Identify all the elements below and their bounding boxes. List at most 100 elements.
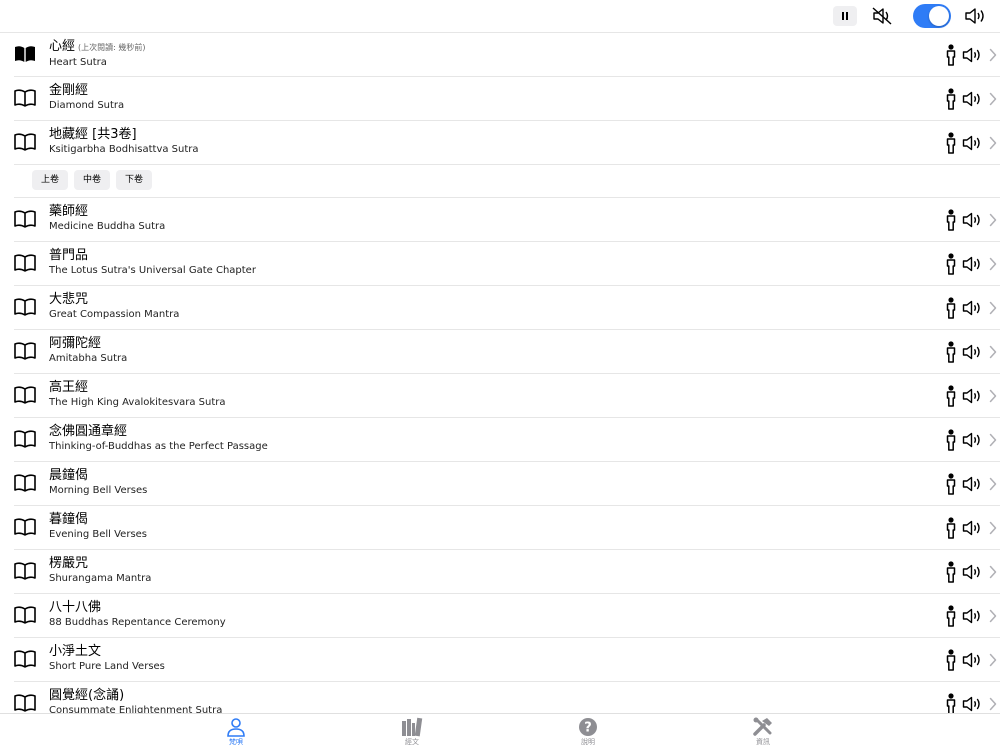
person-icon[interactable] — [944, 252, 958, 275]
person-icon[interactable] — [944, 131, 958, 154]
sutra-row[interactable]: 念佛圓通章經 Thinking-of-Buddhas as the Perfect… — [14, 418, 1000, 462]
speaker-icon[interactable] — [962, 651, 982, 669]
speaker-icon[interactable] — [962, 255, 982, 273]
sutra-title-english: Evening Bell Verses — [49, 529, 148, 540]
person-icon[interactable] — [944, 296, 958, 319]
volume-chips: 上卷 中卷 下卷 — [32, 170, 158, 190]
speaker-icon[interactable] — [962, 607, 982, 625]
tab-fanbai[interactable]: 梵唄 — [206, 716, 266, 747]
person-icon[interactable] — [944, 340, 958, 363]
speaker-icon[interactable] — [962, 695, 982, 713]
speaker-icon[interactable] — [962, 387, 982, 405]
person-icon[interactable] — [944, 516, 958, 539]
sutra-title-english: Amitabha Sutra — [49, 353, 128, 364]
volume-chip[interactable]: 下卷 — [116, 170, 153, 190]
sutra-titles: 晨鐘偈 Morning Bell Verses — [49, 468, 147, 498]
chevron-right-icon[interactable] — [986, 91, 1000, 107]
row-actions — [944, 374, 1000, 417]
person-icon[interactable] — [944, 560, 958, 583]
sutra-row[interactable]: 小淨土文 Short Pure Land Verses — [14, 638, 1000, 682]
sutra-row[interactable]: 阿彌陀經 Amitabha Sutra — [14, 330, 1000, 374]
speaker-icon[interactable] — [962, 519, 982, 537]
book-open-icon — [14, 430, 36, 448]
speaker-icon[interactable] — [962, 90, 982, 108]
sutra-row[interactable]: 大悲咒 Great Compassion Mantra — [14, 286, 1000, 330]
sutra-title-english: The High King Avalokitesvara Sutra — [49, 397, 226, 408]
speaker-icon[interactable] — [962, 211, 982, 229]
speaker-icon[interactable] — [962, 46, 982, 64]
row-actions — [944, 330, 1000, 373]
sutra-title-chinese: 楞嚴咒 — [49, 556, 89, 571]
sutra-title-chinese: 八十八佛 — [49, 600, 102, 615]
sutra-row[interactable]: 藥師經 Medicine Buddha Sutra — [14, 198, 1000, 242]
sutra-row[interactable]: 晨鐘偈 Morning Bell Verses — [14, 462, 1000, 506]
chevron-right-icon[interactable] — [986, 47, 1000, 63]
person-icon[interactable] — [944, 208, 958, 231]
person-icon[interactable] — [944, 428, 958, 451]
sutra-title-english: Great Compassion Mantra — [49, 309, 180, 320]
volume-chip[interactable]: 上卷 — [32, 170, 69, 190]
chevron-right-icon[interactable] — [986, 344, 1000, 360]
volume-chip[interactable]: 中卷 — [74, 170, 111, 190]
sutra-row[interactable]: 普門品 The Lotus Sutra's Universal Gate Chap… — [14, 242, 1000, 286]
sutra-row[interactable]: 金剛經 Diamond Sutra — [14, 77, 1000, 121]
sutra-titles: 普門品 The Lotus Sutra's Universal Gate Chap… — [49, 248, 256, 278]
sutra-row[interactable]: 心經 (上次閱讀: 幾秒前) Heart Sutra — [14, 33, 1000, 77]
chevron-right-icon[interactable] — [986, 608, 1000, 624]
sutra-list: 心經 (上次閱讀: 幾秒前) Heart Sutra 金剛經 Diamond Sutra… — [0, 33, 1000, 713]
pause-button[interactable] — [833, 6, 857, 26]
speaker-icon[interactable] — [962, 299, 982, 317]
auto-play-toggle[interactable] — [913, 4, 951, 28]
sutra-title-english: Heart Sutra — [49, 57, 107, 68]
chevron-right-icon[interactable] — [986, 696, 1000, 712]
book-open-icon — [14, 694, 36, 712]
row-actions — [944, 198, 1000, 241]
chevron-right-icon[interactable] — [986, 432, 1000, 448]
tab-help[interactable]: ? 說明 — [558, 716, 618, 747]
volume-button[interactable] — [963, 5, 987, 27]
sutra-title-english: Thinking-of-Buddhas as the Perfect Passa… — [49, 441, 268, 452]
sutra-title-english: Medicine Buddha Sutra — [49, 221, 166, 232]
speaker-icon[interactable] — [962, 563, 982, 581]
tab-sutra-text[interactable]: 經文 — [382, 716, 442, 747]
tab-label: 說明 — [581, 738, 595, 746]
chevron-right-icon[interactable] — [986, 520, 1000, 536]
person-icon[interactable] — [944, 692, 958, 713]
chevron-right-icon[interactable] — [986, 388, 1000, 404]
mute-button[interactable] — [870, 5, 894, 27]
chevron-right-icon[interactable] — [986, 212, 1000, 228]
speaker-icon[interactable] — [962, 134, 982, 152]
sutra-titles: 圓覺經(念誦) Consummate Enlightenment Sutra — [49, 688, 222, 713]
sutra-title-chinese: 暮鐘偈 — [49, 512, 89, 527]
sutra-row[interactable]: 高王經 The High King Avalokitesvara Sutra — [14, 374, 1000, 418]
sutra-title-english: Diamond Sutra — [49, 100, 125, 111]
person-icon[interactable] — [944, 472, 958, 495]
chevron-right-icon[interactable] — [986, 300, 1000, 316]
book-open-icon — [14, 254, 36, 272]
speaker-icon[interactable] — [962, 343, 982, 361]
chevron-right-icon[interactable] — [986, 652, 1000, 668]
person-icon[interactable] — [944, 87, 958, 110]
chevron-right-icon[interactable] — [986, 135, 1000, 151]
speaker-icon[interactable] — [962, 431, 982, 449]
chevron-right-icon[interactable] — [986, 564, 1000, 580]
row-actions — [944, 462, 1000, 505]
tab-info[interactable]: 資訊 — [733, 716, 793, 747]
sutra-row[interactable]: 暮鐘偈 Evening Bell Verses — [14, 506, 1000, 550]
toggle-knob — [929, 6, 949, 26]
svg-text:?: ? — [584, 721, 592, 736]
person-icon[interactable] — [944, 648, 958, 671]
sutra-titles: 地藏經 [共3卷] Ksitigarbha Bodhisattva Sutra — [49, 127, 199, 157]
person-icon[interactable] — [944, 384, 958, 407]
chevron-right-icon[interactable] — [986, 476, 1000, 492]
chevron-right-icon[interactable] — [986, 256, 1000, 272]
sutra-row[interactable]: 八十八佛 88 Buddhas Repentance Ceremony — [14, 594, 1000, 638]
pause-icon — [842, 12, 848, 20]
speaker-icon[interactable] — [962, 475, 982, 493]
sutra-row[interactable]: 楞嚴咒 Shurangama Mantra — [14, 550, 1000, 594]
sutra-row[interactable]: 圓覺經(念誦) Consummate Enlightenment Sutra — [14, 682, 1000, 713]
person-icon[interactable] — [944, 43, 958, 66]
sutra-row[interactable]: 地藏經 [共3卷] Ksitigarbha Bodhisattva Sutra — [14, 121, 1000, 165]
book-open-icon — [14, 89, 36, 107]
person-icon[interactable] — [944, 604, 958, 627]
